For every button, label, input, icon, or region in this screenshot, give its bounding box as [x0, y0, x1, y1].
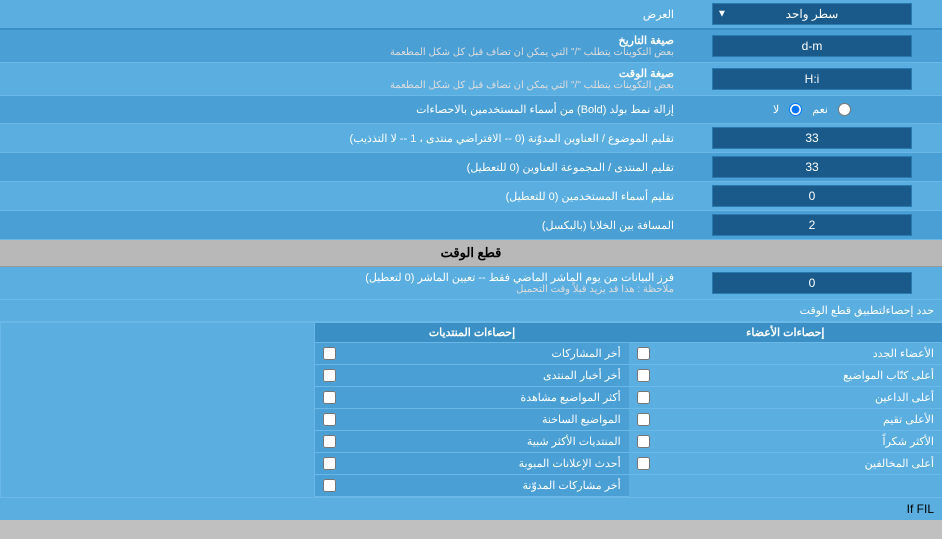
content-stat-6-checkbox[interactable]: [323, 479, 336, 492]
member-stat-0-checkbox[interactable]: [637, 347, 650, 360]
stats-empty-col: [0, 323, 314, 497]
member-stat-0-label: الأعضاء الجدد: [655, 347, 934, 360]
forum-address-label: تقليم المنتدى / المجموعة العناوين (0 للت…: [0, 157, 682, 178]
content-stat-1-label: أخر أخبار المنتدى: [341, 369, 620, 382]
member-stat-5-checkbox[interactable]: [637, 457, 650, 470]
content-stat-4-label: المنتديات الأكثر شبية: [341, 435, 620, 448]
topic-address-input-cell: [682, 124, 942, 152]
member-stat-1: أعلى كتّاب المواضيع: [629, 365, 942, 387]
content-stat-3-checkbox[interactable]: [323, 413, 336, 426]
content-stat-2: أكثر المواضيع مشاهدة: [315, 387, 628, 409]
members-stats-col: إحصاءات الأعضاء الأعضاء الجدد أعلى كتّاب…: [629, 323, 942, 497]
bold-remove-label: إزالة نمط بولد (Bold) من أسماء المستخدمي…: [0, 99, 682, 120]
content-stats-col: إحصاءات المنتديات أخر المشاركات أخر أخبا…: [314, 323, 628, 497]
member-stat-3: الأعلى تقيم: [629, 409, 942, 431]
member-stat-3-label: الأعلى تقيم: [655, 413, 934, 426]
user-names-input[interactable]: [712, 185, 912, 207]
user-names-label: تقليم أسماء المستخدمين (0 للتعطيل): [0, 186, 682, 207]
user-names-input-cell: [682, 182, 942, 210]
topic-address-label: تقليم الموضوع / العناوين المدوّنة (0 -- …: [0, 128, 682, 149]
member-stat-0: الأعضاء الجدد: [629, 343, 942, 365]
content-stat-5-checkbox[interactable]: [323, 457, 336, 470]
date-format-input-cell: [682, 32, 942, 60]
cell-spacing-input-cell: [682, 211, 942, 239]
content-stat-6-label: أخر مشاركات المدوّنة: [341, 479, 620, 492]
members-stats-header: إحصاءات الأعضاء: [629, 323, 942, 343]
display-label: العرض: [0, 4, 682, 25]
bold-remove-yes-label: نعم: [812, 103, 828, 116]
display-dropdown-cell: سطر واحد سطرين ثلاثة أسطر: [682, 0, 942, 28]
bold-remove-yes-radio[interactable]: [838, 103, 851, 116]
cutoff-label: فرز البيانات من يوم الماشر الماضي فقط --…: [0, 267, 682, 299]
bottom-label-text: If FIL: [907, 502, 934, 516]
content-stat-5: أحدث الإعلانات المبوبة: [315, 453, 628, 475]
bottom-label-row: If FIL: [0, 497, 942, 520]
lines-dropdown-wrapper: سطر واحد سطرين ثلاثة أسطر: [712, 3, 912, 25]
content-stat-0-label: أخر المشاركات: [341, 347, 620, 360]
member-stat-4-label: الأكثر شكراً: [655, 435, 934, 448]
member-stat-1-checkbox[interactable]: [637, 369, 650, 382]
cutoff-section-header: قطع الوقت: [0, 240, 942, 267]
content-stat-5-label: أحدث الإعلانات المبوبة: [341, 457, 620, 470]
content-stat-2-label: أكثر المواضيع مشاهدة: [341, 391, 620, 404]
date-format-label: صيغة التاريخ بعض التكوينات يتطلب "/" الت…: [0, 30, 682, 62]
bold-remove-no-radio[interactable]: [789, 103, 802, 116]
member-stat-4-checkbox[interactable]: [637, 435, 650, 448]
member-stat-2-label: أعلى الداعين: [655, 391, 934, 404]
cell-spacing-input[interactable]: [712, 214, 912, 236]
lines-dropdown[interactable]: سطر واحد سطرين ثلاثة أسطر: [712, 3, 912, 25]
content-stat-4: المنتديات الأكثر شبية: [315, 431, 628, 453]
content-stat-1: أخر أخبار المنتدى: [315, 365, 628, 387]
forum-address-input-cell: [682, 153, 942, 181]
forum-address-input[interactable]: [712, 156, 912, 178]
cutoff-input-cell: [682, 269, 942, 297]
cell-spacing-label: المسافة بين الخلايا (بالبكسل): [0, 215, 682, 236]
bold-remove-no-label: لا: [773, 103, 779, 116]
time-format-label: صيغة الوقت بعض التكوينات يتطلب "/" التي …: [0, 63, 682, 95]
member-stat-2: أعلى الداعين: [629, 387, 942, 409]
content-stat-4-checkbox[interactable]: [323, 435, 336, 448]
member-stat-1-label: أعلى كتّاب المواضيع: [655, 369, 934, 382]
member-stat-4: الأكثر شكراً: [629, 431, 942, 453]
member-stat-5: أعلى المخالفين: [629, 453, 942, 475]
cutoff-input[interactable]: [712, 272, 912, 294]
content-stat-2-checkbox[interactable]: [323, 391, 336, 404]
content-stat-0: أخر المشاركات: [315, 343, 628, 365]
content-stat-3: المواضيع الساخنة: [315, 409, 628, 431]
member-stat-3-checkbox[interactable]: [637, 413, 650, 426]
topic-address-input[interactable]: [712, 127, 912, 149]
bold-remove-radio-cell: نعم لا: [682, 100, 942, 119]
member-stat-2-checkbox[interactable]: [637, 391, 650, 404]
time-format-input-cell: [682, 65, 942, 93]
member-stat-5-label: أعلى المخالفين: [655, 457, 934, 470]
date-format-input[interactable]: [712, 35, 912, 57]
content-stat-3-label: المواضيع الساخنة: [341, 413, 620, 426]
content-stat-0-checkbox[interactable]: [323, 347, 336, 360]
content-stat-6: أخر مشاركات المدوّنة: [315, 475, 628, 497]
content-stat-1-checkbox[interactable]: [323, 369, 336, 382]
content-stats-header: إحصاءات المنتديات: [315, 323, 628, 343]
stats-limit-label: حدد إحصاءلتطبيق قطع الوقت: [0, 300, 942, 322]
time-format-input[interactable]: [712, 68, 912, 90]
